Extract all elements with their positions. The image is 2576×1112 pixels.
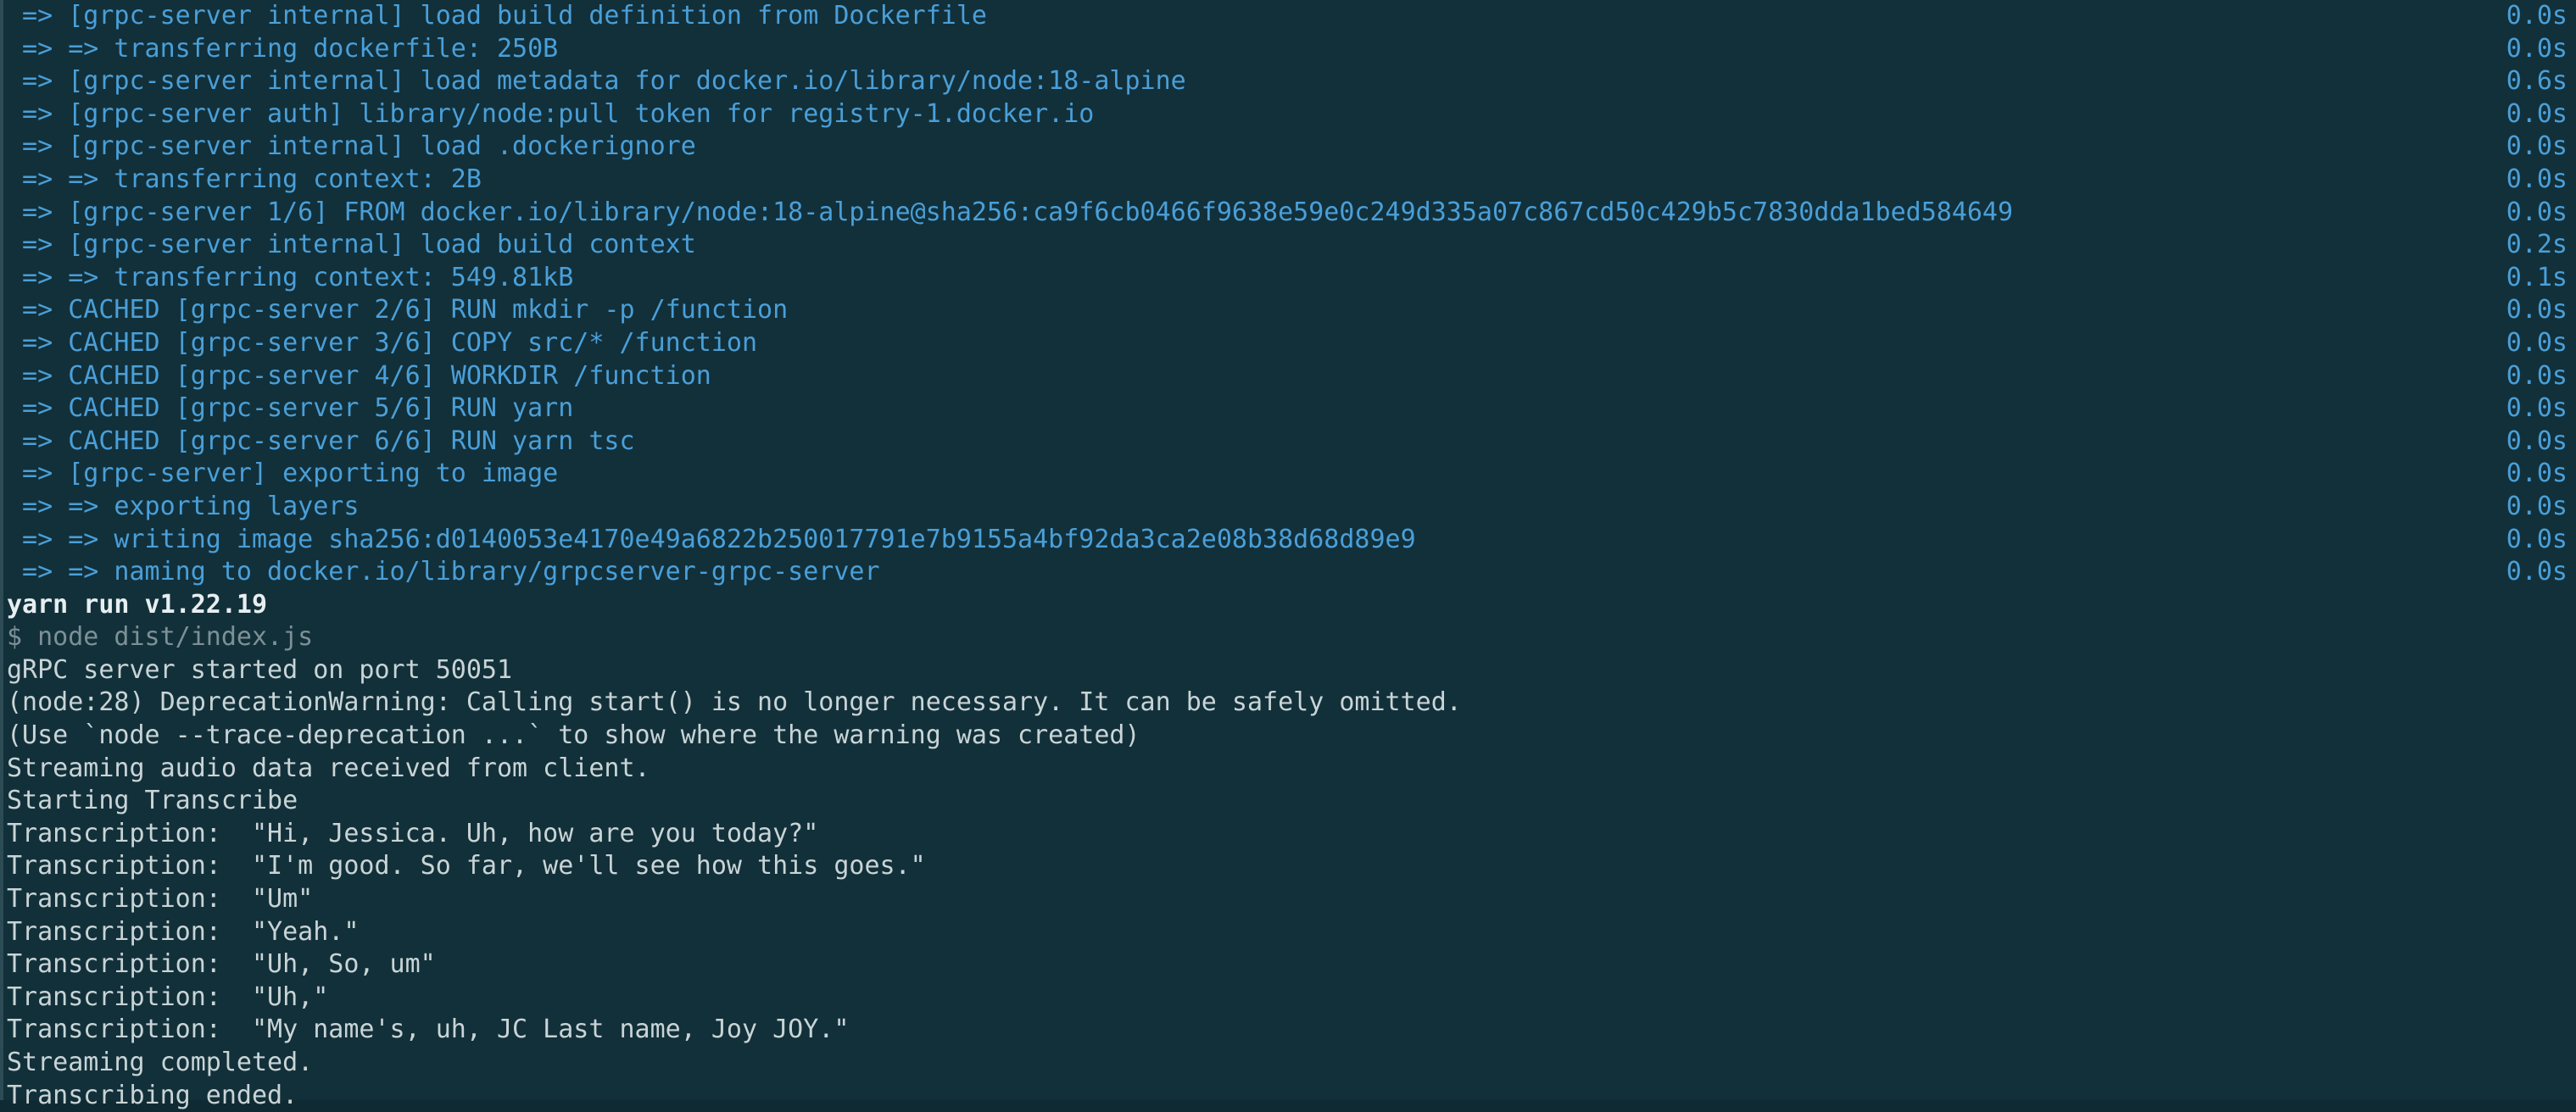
build-step-text: => [grpc-server internal] load build def… (7, 1, 987, 31)
build-step-duration: 0.0s (2506, 1, 2568, 31)
output-line: Streaming audio data received from clien… (3, 753, 2576, 786)
output-text: Transcription: "Um" (7, 884, 314, 915)
output-text: Transcription: "I'm good. So far, we'll … (7, 851, 926, 881)
build-step-text: => => transferring context: 549.81kB (7, 262, 574, 292)
build-step-duration: 0.0s (2506, 98, 2568, 129)
build-log-line: => CACHED [grpc-server 2/6] RUN mkdir -p… (3, 294, 2576, 327)
build-log-line: => CACHED [grpc-server 4/6] WORKDIR /fun… (3, 360, 2576, 393)
output-text: Transcription: "Uh," (7, 981, 329, 1012)
build-step-text: => => exporting layers (7, 491, 360, 521)
build-step-duration: 0.1s (2506, 262, 2568, 292)
build-log-line: => [grpc-server auth] library/node:pull … (3, 98, 2576, 131)
output-line: Transcription: "Um" (3, 883, 2576, 916)
output-line: (Use `node --trace-deprecation ...` to s… (3, 720, 2576, 753)
output-text: (Use `node --trace-deprecation ...` to s… (7, 720, 1140, 751)
output-line: Transcribing ended. (3, 1080, 2576, 1112)
build-log-line: => CACHED [grpc-server 3/6] COPY src/* /… (3, 327, 2576, 360)
output-text: Transcribing ended. (7, 1080, 298, 1110)
build-step-text: => => writing image sha256:d0140053e4170… (7, 524, 1416, 554)
build-step-text: => [grpc-server internal] load metadata … (7, 66, 1186, 97)
output-text: Transcription: "Yeah." (7, 916, 360, 947)
output-line: Starting Transcribe (3, 785, 2576, 818)
build-step-text: => [grpc-server auth] library/node:pull … (7, 98, 1095, 129)
output-text: Streaming audio data received from clien… (7, 753, 650, 783)
build-step-duration: 0.0s (2506, 295, 2568, 325)
output-text: Transcription: "Hi, Jessica. Uh, how are… (7, 818, 819, 848)
build-log-line: => => transferring dockerfile: 250B 0.0s (3, 33, 2576, 66)
output-text: (node:28) DeprecationWarning: Calling st… (7, 687, 1462, 718)
build-log-line: => => exporting layers 0.0s (3, 491, 2576, 524)
build-step-text: => [grpc-server 1/6] FROM docker.io/libr… (7, 197, 2014, 227)
build-log-line: => [grpc-server internal] load build def… (3, 0, 2576, 33)
output-text: yarn run v1.22.19 (7, 589, 268, 620)
output-text: Streaming completed. (7, 1048, 314, 1077)
output-line: (node:28) DeprecationWarning: Calling st… (3, 687, 2576, 720)
output-line: Transcription: "Uh," (3, 981, 2576, 1015)
build-step-duration: 0.2s (2506, 230, 2568, 260)
build-step-duration: 0.0s (2506, 425, 2568, 456)
build-step-duration: 0.0s (2506, 459, 2568, 489)
output-text: Transcription: "My name's, uh, JC Last n… (7, 1015, 850, 1045)
output-text: gRPC server started on port 50051 (7, 654, 513, 685)
build-step-duration: 0.0s (2506, 491, 2568, 521)
build-log-line: => => writing image sha256:d0140053e4170… (3, 524, 2576, 557)
build-step-text: => => naming to docker.io/library/grpcse… (7, 557, 880, 587)
output-line: Transcription: "Hi, Jessica. Uh, how are… (3, 818, 2576, 851)
build-step-text: => [grpc-server internal] load build con… (7, 230, 696, 260)
build-step-duration: 0.0s (2506, 131, 2568, 162)
build-log-line: => [grpc-server 1/6] FROM docker.io/libr… (3, 197, 2576, 230)
build-step-text: => CACHED [grpc-server 2/6] RUN mkdir -p… (7, 295, 789, 325)
build-step-duration: 0.0s (2506, 524, 2568, 554)
build-step-text: => CACHED [grpc-server 5/6] RUN yarn (7, 393, 574, 424)
build-log-line: => => transferring context: 2B 0.0s (3, 164, 2576, 197)
build-step-text: => CACHED [grpc-server 3/6] COPY src/* /… (7, 327, 758, 358)
output-line: yarn run v1.22.19 (3, 589, 2576, 622)
build-log-line: => CACHED [grpc-server 5/6] RUN yarn 0.0s (3, 392, 2576, 425)
build-step-duration: 0.0s (2506, 197, 2568, 227)
build-step-duration: 0.6s (2506, 66, 2568, 97)
output-text: $ node dist/index.js (7, 622, 314, 653)
output-text: Transcription: "Uh, So, um" (7, 949, 436, 980)
build-step-duration: 0.0s (2506, 557, 2568, 587)
build-step-text: => [grpc-server internal] load .dockerig… (7, 131, 696, 162)
build-step-text: => => transferring context: 2B (7, 164, 482, 194)
build-step-duration: 0.0s (2506, 33, 2568, 64)
build-step-text: => CACHED [grpc-server 4/6] WORKDIR /fun… (7, 360, 711, 391)
output-line: gRPC server started on port 50051 (3, 654, 2576, 687)
build-step-text: => CACHED [grpc-server 6/6] RUN yarn tsc (7, 425, 635, 456)
build-log-line: => [grpc-server internal] load build con… (3, 229, 2576, 262)
build-step-text: => => transferring dockerfile: 250B (7, 33, 559, 64)
build-log-line: => [grpc-server internal] load .dockerig… (3, 131, 2576, 164)
output-line: Transcription: "My name's, uh, JC Last n… (3, 1014, 2576, 1047)
build-step-duration: 0.0s (2506, 393, 2568, 424)
build-log-line: => [grpc-server internal] load metadata … (3, 65, 2576, 98)
output-line: $ node dist/index.js (3, 621, 2576, 654)
build-step-duration: 0.0s (2506, 327, 2568, 358)
build-step-duration: 0.0s (2506, 164, 2568, 194)
build-log-line: => [grpc-server] exporting to image 0.0s (3, 458, 2576, 491)
output-line: Transcription: "Yeah." (3, 916, 2576, 949)
build-step-text: => [grpc-server] exporting to image (7, 459, 559, 489)
build-log-line: => => naming to docker.io/library/grpcse… (3, 556, 2576, 589)
build-log-line: => => transferring context: 549.81kB 0.1s (3, 262, 2576, 295)
build-step-duration: 0.0s (2506, 360, 2568, 391)
terminal-window[interactable]: => [grpc-server internal] load build def… (0, 0, 2576, 1110)
output-line: Transcription: "Uh, So, um" (3, 948, 2576, 981)
output-line: Transcription: "I'm good. So far, we'll … (3, 850, 2576, 883)
output-text: Starting Transcribe (7, 786, 298, 816)
terminal-scrollback[interactable]: => [grpc-server internal] load build def… (3, 0, 2576, 1110)
build-log-line: => CACHED [grpc-server 6/6] RUN yarn tsc… (3, 425, 2576, 459)
output-line: Streaming completed. (3, 1047, 2576, 1080)
